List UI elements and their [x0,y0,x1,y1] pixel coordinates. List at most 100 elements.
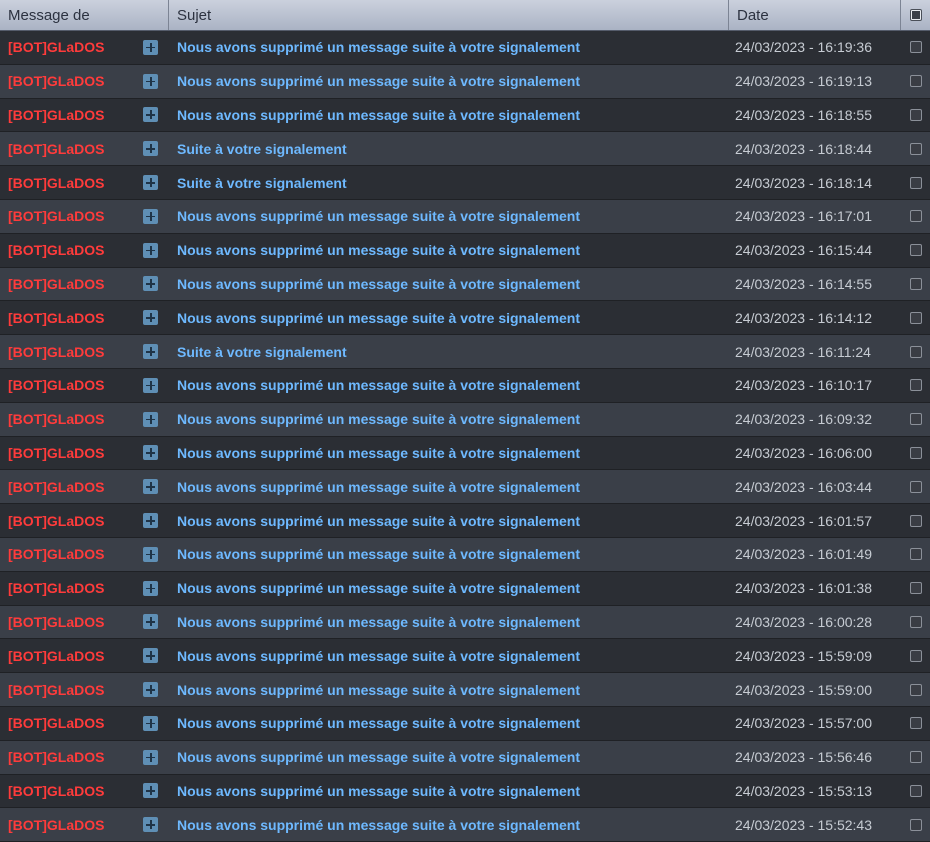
author-link[interactable]: [BOT]GLaDOS [8,614,104,630]
author-link[interactable]: [BOT]GLaDOS [8,344,104,360]
subject-link[interactable]: Nous avons supprimé un message suite à v… [177,546,580,562]
plus-square-icon[interactable] [143,107,158,123]
select-all-checkbox[interactable] [909,9,922,21]
author-link[interactable]: [BOT]GLaDOS [8,208,104,224]
row-checkbox[interactable] [909,582,922,595]
author-link[interactable]: [BOT]GLaDOS [8,39,104,55]
plus-square-icon[interactable] [143,411,158,427]
row-checkbox[interactable] [909,277,922,290]
author-link[interactable]: [BOT]GLaDOS [8,445,104,461]
subject-link[interactable]: Nous avons supprimé un message suite à v… [177,445,580,461]
column-header-from[interactable]: Message de [0,0,169,30]
subject-link[interactable]: Nous avons supprimé un message suite à v… [177,411,580,427]
subject-link[interactable]: Nous avons supprimé un message suite à v… [177,479,580,495]
plus-square-icon[interactable] [143,445,158,461]
author-link[interactable]: [BOT]GLaDOS [8,107,104,123]
author-link[interactable]: [BOT]GLaDOS [8,580,104,596]
subject-link[interactable]: Suite à votre signalement [177,141,347,157]
row-checkbox[interactable] [909,311,922,324]
plus-square-icon[interactable] [143,479,158,495]
row-checkbox[interactable] [909,480,922,493]
row-checkbox[interactable] [909,108,922,121]
author-link[interactable]: [BOT]GLaDOS [8,310,104,326]
column-header-subject[interactable]: Sujet [169,0,729,30]
plus-square-icon[interactable] [143,73,158,89]
subject-link[interactable]: Nous avons supprimé un message suite à v… [177,377,580,393]
row-checkbox[interactable] [909,142,922,155]
plus-square-icon[interactable] [143,580,158,596]
subject-link[interactable]: Suite à votre signalement [177,175,347,191]
subject-link[interactable]: Nous avons supprimé un message suite à v… [177,715,580,731]
row-checkbox[interactable] [909,244,922,257]
row-checkbox[interactable] [909,615,922,628]
author-link[interactable]: [BOT]GLaDOS [8,546,104,562]
row-checkbox[interactable] [909,210,922,223]
row-checkbox[interactable] [909,446,922,459]
plus-square-icon[interactable] [143,817,158,833]
plus-square-icon[interactable] [143,513,158,529]
subject-link[interactable]: Nous avons supprimé un message suite à v… [177,107,580,123]
row-checkbox[interactable] [909,751,922,764]
plus-square-icon[interactable] [143,175,158,191]
plus-square-icon[interactable] [143,783,158,799]
plus-square-icon[interactable] [143,208,158,224]
plus-square-icon[interactable] [143,141,158,157]
row-checkbox[interactable] [909,818,922,831]
subject-link[interactable]: Suite à votre signalement [177,344,347,360]
column-header-date[interactable]: Date [729,0,901,30]
subject-link[interactable]: Nous avons supprimé un message suite à v… [177,648,580,664]
author-link[interactable]: [BOT]GLaDOS [8,682,104,698]
subject-link[interactable]: Nous avons supprimé un message suite à v… [177,614,580,630]
plus-square-icon[interactable] [143,648,158,664]
author-link[interactable]: [BOT]GLaDOS [8,242,104,258]
row-checkbox[interactable] [909,413,922,426]
subject-link[interactable]: Nous avons supprimé un message suite à v… [177,749,580,765]
author-link[interactable]: [BOT]GLaDOS [8,73,104,89]
row-checkbox[interactable] [909,717,922,730]
author-link[interactable]: [BOT]GLaDOS [8,276,104,292]
row-checkbox[interactable] [909,514,922,527]
plus-square-icon[interactable] [143,749,158,765]
subject-link[interactable]: Nous avons supprimé un message suite à v… [177,513,580,529]
row-checkbox[interactable] [909,683,922,696]
author-link[interactable]: [BOT]GLaDOS [8,715,104,731]
plus-square-icon[interactable] [143,344,158,360]
subject-link[interactable]: Nous avons supprimé un message suite à v… [177,242,580,258]
author-link[interactable]: [BOT]GLaDOS [8,749,104,765]
author-link[interactable]: [BOT]GLaDOS [8,479,104,495]
author-link[interactable]: [BOT]GLaDOS [8,817,104,833]
plus-square-icon[interactable] [143,39,158,55]
subject-link[interactable]: Nous avons supprimé un message suite à v… [177,682,580,698]
author-link[interactable]: [BOT]GLaDOS [8,377,104,393]
plus-square-icon[interactable] [143,242,158,258]
author-link[interactable]: [BOT]GLaDOS [8,513,104,529]
row-checkbox[interactable] [909,41,922,54]
plus-square-icon[interactable] [143,614,158,630]
plus-square-icon[interactable] [143,310,158,326]
plus-square-icon[interactable] [143,276,158,292]
row-checkbox[interactable] [909,649,922,662]
subject-link[interactable]: Nous avons supprimé un message suite à v… [177,73,580,89]
author-link[interactable]: [BOT]GLaDOS [8,411,104,427]
subject-link[interactable]: Nous avons supprimé un message suite à v… [177,580,580,596]
subject-link[interactable]: Nous avons supprimé un message suite à v… [177,39,580,55]
author-link[interactable]: [BOT]GLaDOS [8,141,104,157]
plus-square-icon[interactable] [143,546,158,562]
row-checkbox[interactable] [909,345,922,358]
subject-link[interactable]: Nous avons supprimé un message suite à v… [177,310,580,326]
subject-link[interactable]: Nous avons supprimé un message suite à v… [177,208,580,224]
author-link[interactable]: [BOT]GLaDOS [8,648,104,664]
subject-link[interactable]: Nous avons supprimé un message suite à v… [177,783,580,799]
plus-square-icon[interactable] [143,682,158,698]
author-link[interactable]: [BOT]GLaDOS [8,783,104,799]
subject-link[interactable]: Nous avons supprimé un message suite à v… [177,817,580,833]
row-checkbox[interactable] [909,176,922,189]
author-link[interactable]: [BOT]GLaDOS [8,175,104,191]
row-checkbox[interactable] [909,784,922,797]
subject-link[interactable]: Nous avons supprimé un message suite à v… [177,276,580,292]
plus-square-icon[interactable] [143,377,158,393]
row-checkbox[interactable] [909,75,922,88]
row-checkbox[interactable] [909,548,922,561]
row-checkbox[interactable] [909,379,922,392]
plus-square-icon[interactable] [143,715,158,731]
